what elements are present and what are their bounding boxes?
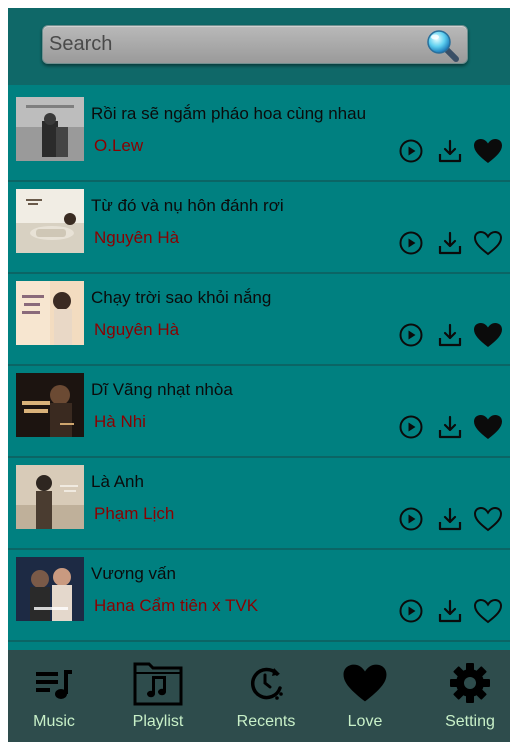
song-title: Là Anh [91,472,144,491]
song-title: Từ đó và nụ hôn đánh rơi [91,196,284,215]
download-icon[interactable] [437,598,463,624]
song-title: Chạy trời sao khỏi nắng [91,288,272,307]
song-artist: O.Lew [94,136,144,155]
tab-label: Love [347,713,383,730]
heart-outline-icon[interactable] [473,598,503,624]
download-icon[interactable] [437,138,463,164]
song-item[interactable]: Rồi ra sẽ ngắm pháo hoa cùng nhau O.Lew [8,92,510,182]
album-cover [16,373,84,437]
album-cover [16,465,84,529]
tab-music[interactable]: Music [8,650,104,742]
heart-outline-icon[interactable] [473,506,503,532]
song-title: Dĩ Vãng nhạt nhòa [91,380,233,399]
tab-playlist[interactable]: Playlist [108,650,208,742]
song-item[interactable]: Là Anh Phạm Lịch [8,460,510,550]
song-title: Vương vấn [91,564,176,583]
download-icon[interactable] [437,414,463,440]
song-artist: Hana Cẩm tiên x TVK [94,596,259,615]
play-icon[interactable] [399,323,423,347]
bottom-nav: Music Playlist Recents Love Setting [8,650,510,742]
gear-icon [450,663,490,703]
tab-label: Music [33,713,75,730]
play-icon[interactable] [399,231,423,255]
search-icon[interactable] [425,28,459,62]
play-icon[interactable] [399,599,423,623]
heart-outline-icon[interactable] [473,230,503,256]
heart-filled-icon[interactable] [473,322,503,348]
song-item[interactable]: Vương vấn Hana Cẩm tiên x TVK [8,552,510,642]
album-cover [16,189,84,253]
album-cover [16,97,84,161]
song-list: Rồi ra sẽ ngắm pháo hoa cùng nhau O.Lew [8,92,510,644]
song-artist: Phạm Lịch [94,504,175,523]
tab-setting[interactable]: Setting [420,650,510,742]
tab-label: Playlist [132,713,184,730]
heart-filled-icon[interactable] [473,138,503,164]
play-icon[interactable] [399,415,423,439]
download-icon[interactable] [437,506,463,532]
song-title: Rồi ra sẽ ngắm pháo hoa cùng nhau [91,104,367,123]
playlist-icon [133,662,183,706]
song-artist: Nguyên Hà [94,228,180,247]
header [8,8,510,85]
recents-icon [250,667,283,700]
tab-label: Setting [445,713,495,730]
play-icon[interactable] [399,139,423,163]
download-icon[interactable] [437,230,463,256]
tab-love[interactable]: Love [315,650,415,742]
search-input[interactable] [49,29,409,59]
music-list-icon [36,670,72,699]
song-item[interactable]: Chạy trời sao khỏi nắng Nguyên Hà [8,276,510,366]
search-bar [42,25,468,64]
song-artist: Hà Nhi [94,412,146,431]
song-item[interactable]: Dĩ Vãng nhạt nhòa Hà Nhi [8,368,510,458]
heart-icon [343,664,387,702]
song-item[interactable]: Từ đó và nụ hôn đánh rơi Nguyên Hà [8,184,510,274]
heart-filled-icon[interactable] [473,414,503,440]
tab-recents[interactable]: Recents [216,650,316,742]
play-icon[interactable] [399,507,423,531]
download-icon[interactable] [437,322,463,348]
album-cover [16,557,84,621]
album-cover [16,281,84,345]
music-app: Rồi ra sẽ ngắm pháo hoa cùng nhau O.Lew [8,8,510,742]
tab-label: Recents [236,713,296,730]
song-artist: Nguyên Hà [94,320,180,339]
